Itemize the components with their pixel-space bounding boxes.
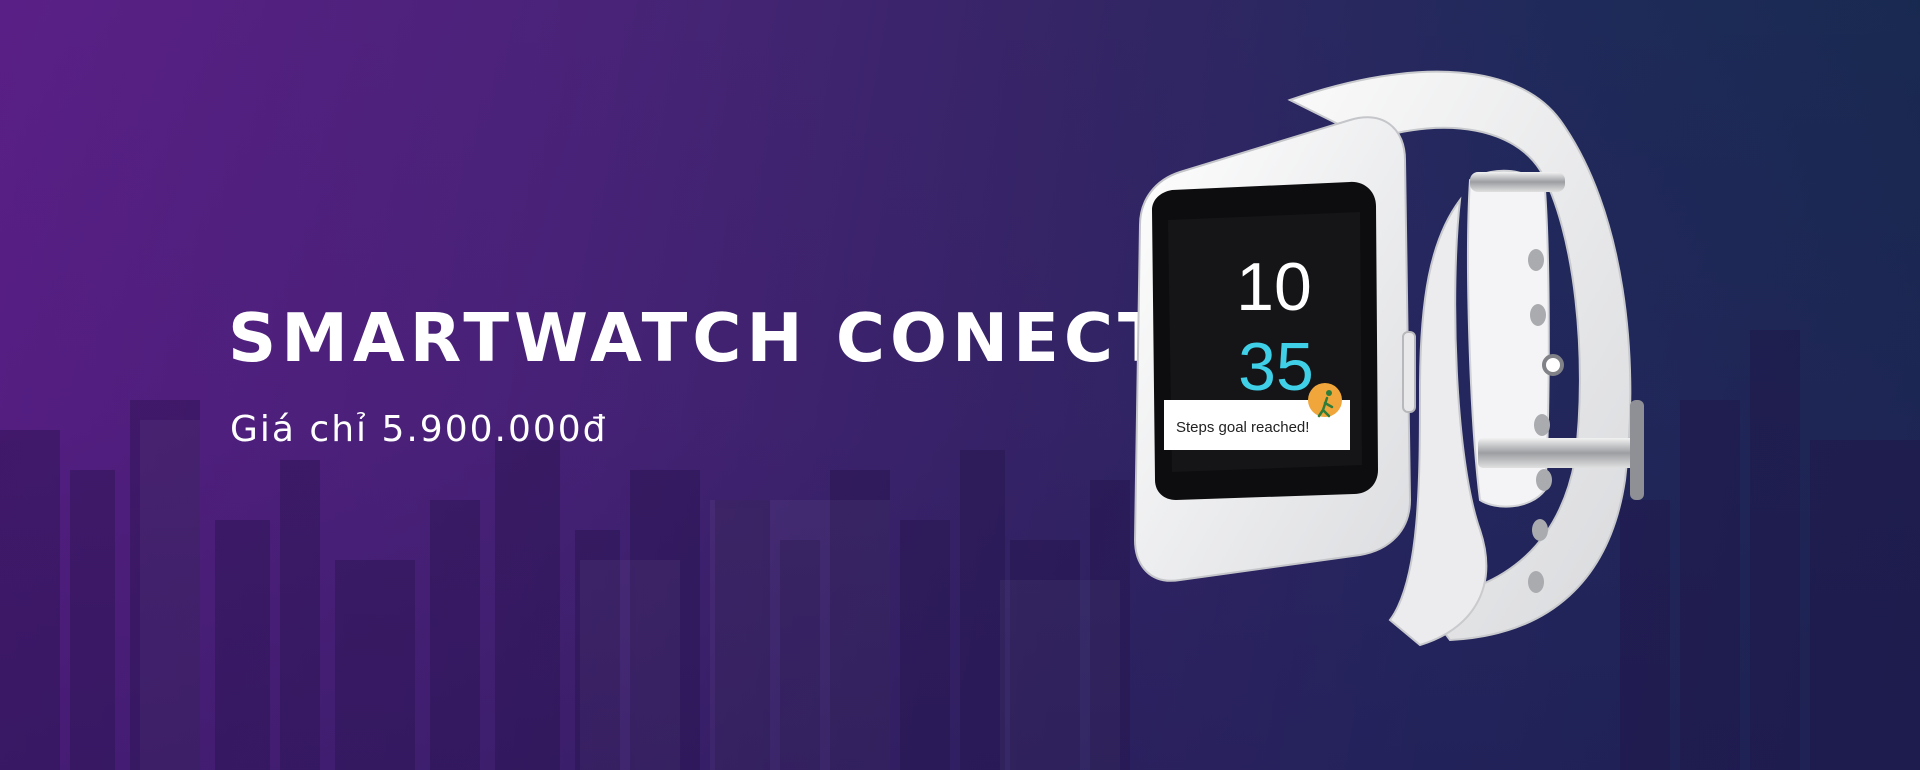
smartwatch-product-image: 10 35 Steps goal reached! — [1133, 70, 1644, 647]
buckle-bottom-icon — [1478, 438, 1638, 468]
buckle-clasp-icon — [1630, 400, 1644, 500]
walking-person-icon — [1308, 383, 1342, 418]
buckle-top-icon — [1470, 172, 1565, 192]
banner-title: SMARTWATCH CONECT — [228, 299, 1169, 377]
strap-pin-icon — [1542, 354, 1564, 376]
side-button-icon[interactable] — [1402, 331, 1416, 413]
watch-hour: 10 — [1236, 249, 1312, 325]
banner-price: Giá chỉ 5.900.000đ — [230, 409, 608, 450]
hero-banner: SMARTWATCH CONECT Giá chỉ 5.900.000đ 10 … — [0, 0, 1920, 770]
watch-minute: 35 — [1238, 329, 1314, 405]
notification-text: Steps goal reached! — [1176, 419, 1309, 436]
